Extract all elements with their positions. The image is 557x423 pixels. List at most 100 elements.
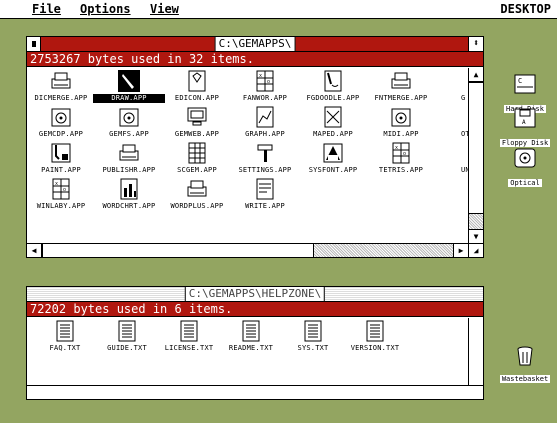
file-icon-item[interactable]: VERSION.TXT (339, 320, 411, 358)
text-file-icon (116, 320, 138, 342)
window-title: C:\GEMAPPS\HELPZONE\ (184, 287, 326, 301)
svg-text:x: x (259, 73, 262, 79)
file-icon-item[interactable]: OTH (433, 106, 468, 144)
desktop-icon-label: Optical (508, 179, 542, 187)
file-icon-item[interactable]: x o FANWOR.APP (229, 70, 301, 108)
svg-text:x: x (395, 145, 398, 151)
file-icon-label: FANWOR.APP (242, 94, 288, 102)
file-icon-label: TETRIS.APP (378, 166, 424, 174)
file-icon-item[interactable]: DICMERGE.APP (27, 70, 97, 108)
file-icon-label: PAINT.APP (41, 166, 81, 174)
hard-disk-icon: C (514, 74, 536, 96)
file-icon-item[interactable]: x o TETRIS.APP (365, 142, 437, 180)
file-icon-item[interactable]: FNTMERGE.APP (365, 70, 437, 108)
file-icon-item[interactable]: PUBLISHR.APP (93, 142, 165, 180)
vertical-scroll-thumb[interactable] (469, 82, 483, 214)
disc-app-icon (390, 106, 412, 128)
window-titlebar[interactable]: C:\GEMAPPS\ ⬍ (27, 37, 483, 52)
window-info-line: 72202 bytes used in 6 items. (27, 302, 483, 317)
svg-text:C: C (518, 77, 522, 85)
file-icon-label: GEMWEB.APP (174, 130, 220, 138)
desktop-icon-optical[interactable]: Optical (495, 148, 555, 189)
file-icon-item[interactable]: MAPED.APP (297, 106, 369, 144)
scroll-down-arrow-icon[interactable]: ▼ (469, 229, 483, 243)
file-icon-item[interactable]: SETTINGS.APP (229, 142, 301, 180)
map-app-icon (322, 106, 344, 128)
file-icon-area: DICMERGE.APP DRAW.APP EDICON.APP x o FANWOR.A… (27, 68, 468, 243)
file-icon-item[interactable]: WORDPLUS.APP (161, 178, 233, 216)
grid-app-icon: xo (50, 178, 72, 200)
file-icon-label: WORDPLUS.APP (170, 202, 224, 210)
horizontal-scroll-thumb[interactable] (42, 244, 314, 257)
file-icon-item[interactable]: x o WINLABY.APP (27, 178, 97, 216)
close-box-icon[interactable] (27, 37, 41, 51)
floppy-disk-icon: A (514, 108, 536, 130)
vertical-scroll-track[interactable] (469, 82, 483, 229)
horizontal-scrollbar[interactable] (27, 385, 483, 399)
file-icon-label: EDICON.APP (174, 94, 220, 102)
graph-app-icon (254, 106, 276, 128)
scroll-left-arrow-icon[interactable]: ◀ (27, 244, 42, 257)
file-icon-item[interactable]: SCGEM.APP (161, 142, 233, 180)
file-icon-label: UN (461, 166, 468, 174)
scroll-up-arrow-icon[interactable]: ▲ (469, 68, 483, 82)
file-icon-item[interactable]: GEMFS.APP (93, 106, 165, 144)
window-gemapps[interactable]: C:\GEMAPPS\ ⬍ 2753267 bytes used in 32 i… (26, 36, 484, 258)
desktop-icon-floppy[interactable]: A Floppy Disk (495, 108, 555, 149)
file-icon-item[interactable]: MIDI.APP (365, 106, 437, 144)
file-icon-item[interactable]: GEMWEB.APP (161, 106, 233, 144)
menu-options[interactable]: Options (80, 2, 131, 16)
file-icon-label: OTH (461, 130, 468, 138)
text-file-icon (178, 320, 200, 342)
horizontal-scrollbar[interactable]: ◀ ▶ ◢ (27, 243, 483, 257)
file-icon-item[interactable]: SYSFONT.APP (297, 142, 369, 180)
file-icon-item[interactable]: EDICON.APP (161, 70, 233, 108)
file-icon-label: MIDI.APP (383, 130, 419, 138)
window-title: C:\GEMAPPS\ (214, 37, 296, 51)
file-icon-item[interactable]: WORDCHRT.APP (93, 178, 165, 216)
text-file-icon (240, 320, 262, 342)
window-helpzone[interactable]: C:\GEMAPPS\HELPZONE\ 72202 bytes used in… (26, 286, 484, 400)
file-icon-area: FAQ.TXT GUIDE.TXT LICENSE.TXT README.TXT SYS… (27, 318, 468, 385)
file-icon-label: PUBLISHR.APP (102, 166, 156, 174)
icon-editor-icon (186, 70, 208, 92)
vertical-scrollbar[interactable]: ▲ ▼ (468, 68, 483, 243)
window-titlebar[interactable]: C:\GEMAPPS\HELPZONE\ (27, 287, 483, 302)
file-icon-item[interactable]: PAINT.APP (27, 142, 97, 180)
text-file-icon (54, 320, 76, 342)
desktop-icon-label: Wastebasket (499, 375, 551, 383)
file-icon-label: WORDCHRT.APP (102, 202, 156, 210)
svg-text:A: A (522, 119, 526, 126)
scroll-right-arrow-icon[interactable]: ▶ (453, 244, 468, 257)
file-icon-item[interactable]: GEMCDP.APP (27, 106, 97, 144)
desktop-menu-label[interactable]: DESKTOP (500, 2, 551, 16)
disc-app-icon (50, 106, 72, 128)
menu-file[interactable]: File (32, 2, 61, 16)
file-icon-item[interactable]: GRAPH.APP (229, 106, 301, 144)
file-icon-item[interactable]: G (433, 70, 468, 108)
file-icon-label: GEMCDP.APP (38, 130, 84, 138)
file-icon-label: SYSFONT.APP (308, 166, 358, 174)
file-icon-item[interactable]: UN (433, 142, 468, 180)
vertical-scrollbar[interactable] (468, 318, 483, 385)
file-icon-item[interactable]: DRAW.APP (93, 70, 165, 108)
grid-app-icon: xo (390, 142, 412, 164)
printer-doc-icon (118, 142, 140, 164)
full-box-icon[interactable]: ⬍ (468, 37, 483, 51)
size-box-icon[interactable]: ◢ (468, 244, 483, 257)
file-icon-item[interactable]: WRITE.APP (229, 178, 301, 216)
file-icon-label: GRAPH.APP (245, 130, 285, 138)
menu-view[interactable]: View (150, 2, 179, 16)
svg-text:o: o (403, 151, 406, 157)
file-icon-label: WINLABY.APP (36, 202, 86, 210)
svg-text:x: x (55, 181, 58, 187)
window-info-line: 2753267 bytes used in 32 items. (27, 52, 483, 67)
desktop-icon-wastebasket[interactable]: Wastebasket (495, 344, 555, 385)
monitor-app-icon (186, 106, 208, 128)
horizontal-scroll-track[interactable] (42, 244, 453, 257)
file-icon-item[interactable]: FGDOODLE.APP (297, 70, 369, 108)
printer-doc-icon (390, 70, 412, 92)
chart-app-icon (118, 178, 140, 200)
printer-doc-icon (50, 70, 72, 92)
grid-app-icon: xo (254, 70, 276, 92)
